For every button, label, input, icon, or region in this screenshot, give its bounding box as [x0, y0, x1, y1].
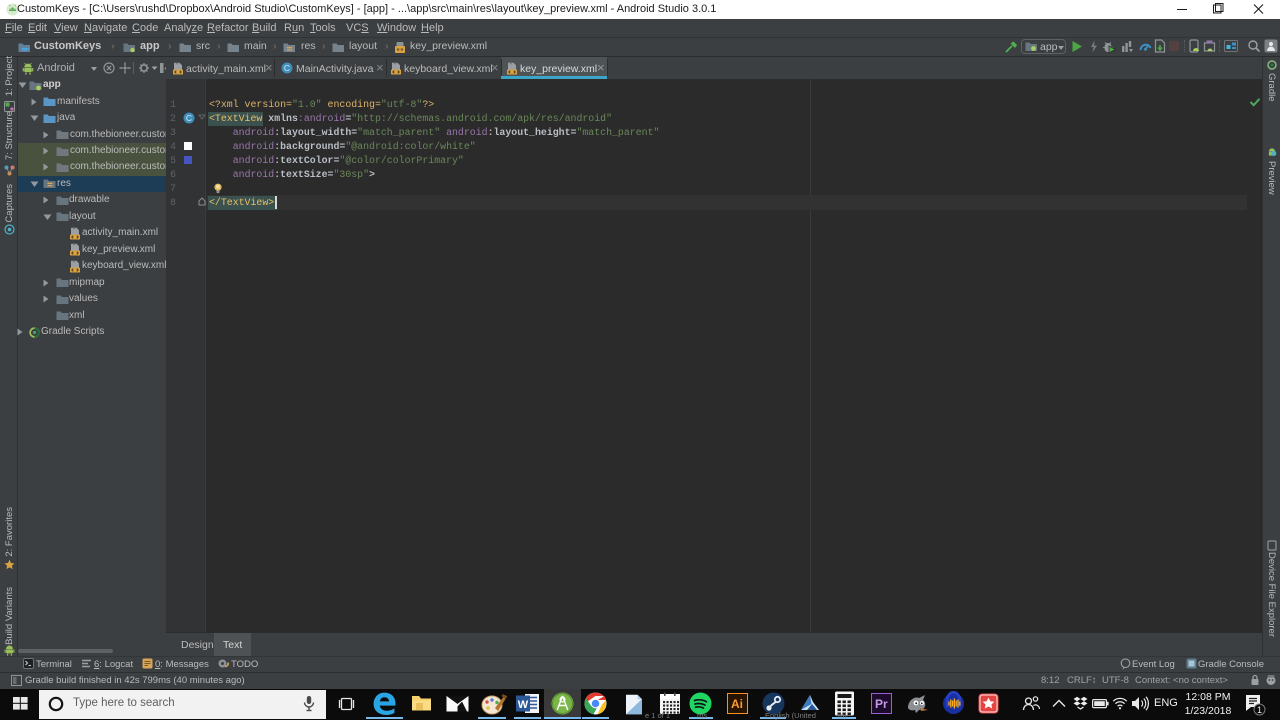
svg-text:C: C	[186, 113, 192, 123]
svg-text:1: 1	[1257, 705, 1262, 715]
svg-text:W: W	[518, 699, 529, 711]
svg-text:C: C	[284, 63, 290, 73]
